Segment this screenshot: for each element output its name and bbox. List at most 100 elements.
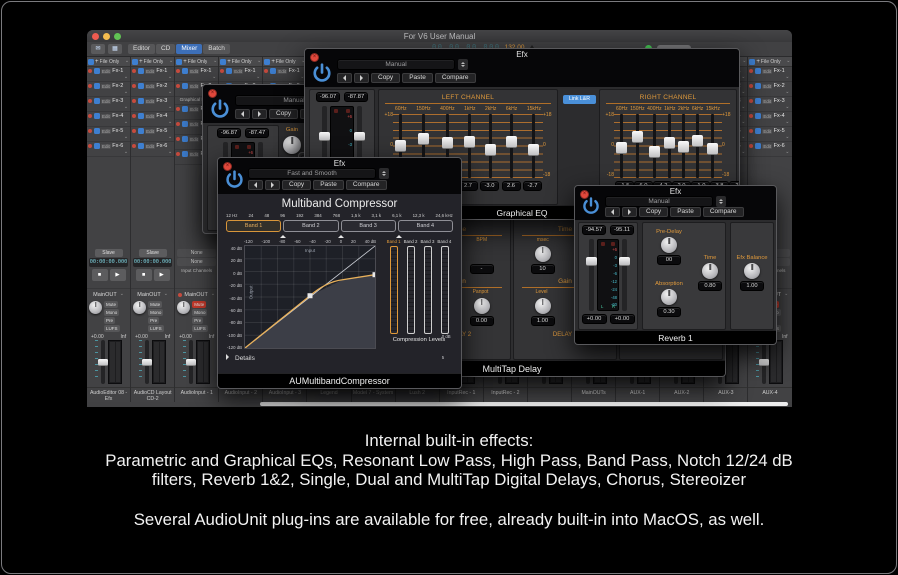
delay-bpm-select[interactable]: - [470, 264, 494, 274]
fx-edit-button[interactable]: Edit [762, 69, 772, 74]
fx-slot[interactable]: EditFx-4⌄ [87, 112, 130, 127]
fx-edit-button[interactable]: Edit [145, 114, 155, 119]
eq-band-slider[interactable] [696, 114, 699, 178]
pan-knob[interactable] [177, 301, 190, 314]
eq-band-slider[interactable] [532, 114, 535, 178]
fx-edit-button[interactable]: Edit [145, 69, 155, 74]
preset-stepper-icon[interactable] [458, 59, 468, 70]
delay-panpot-value[interactable]: 0.00 [470, 316, 494, 326]
eq-band-slider[interactable] [682, 114, 685, 178]
efx-balance-knob[interactable] [744, 263, 760, 279]
compare-button[interactable]: Compare [435, 73, 476, 83]
fx-slot[interactable]: EditFx-2⌄ [87, 82, 130, 97]
channel-name-label[interactable]: AudioCD Layout CD-2 [131, 387, 174, 402]
channel-name-label[interactable] [528, 387, 571, 402]
file-only-dropdown[interactable]: + File Only ⌄ [131, 57, 174, 67]
next-preset-button[interactable] [252, 109, 267, 119]
fx-slot[interactable]: EditFx-3⌄ [748, 97, 791, 112]
band-tab-2[interactable]: Band 2 [283, 220, 338, 232]
channel-name-label[interactable]: InputRec - 2 [484, 387, 527, 402]
file-only-dropdown[interactable]: + File Only ⌄ [263, 57, 306, 67]
paste-button[interactable]: Paste [313, 180, 344, 190]
fx-slot[interactable]: EditFx-6⌄ [131, 142, 174, 157]
channel-name-label[interactable]: AudioInput - 3 [263, 387, 306, 402]
fx-edit-button[interactable]: Edit [233, 69, 243, 74]
file-only-dropdown[interactable]: + File Only ⌄ [748, 57, 791, 67]
fader-gain-value[interactable]: +0.00 [610, 314, 635, 324]
fx-slot[interactable]: EditFx-1⌄ [748, 67, 791, 82]
prev-preset-button[interactable] [248, 180, 263, 190]
mono-button[interactable]: Mono [104, 309, 119, 316]
stop-button[interactable]: ■ [136, 269, 152, 281]
layout-grid-icon[interactable]: ▦ [108, 44, 122, 54]
fx-slot[interactable]: EditFx-6⌄ [748, 142, 791, 157]
predelay-value[interactable]: 00 [657, 255, 681, 265]
fx-slot[interactable]: EditFx-6⌄ [87, 142, 130, 157]
fx-edit-button[interactable]: Edit [189, 69, 199, 74]
gain-knob[interactable] [283, 136, 301, 154]
fx-slot[interactable]: EditFx-5⌄ [87, 127, 130, 142]
add-icon[interactable]: + [756, 59, 760, 65]
copy-button[interactable]: Copy [639, 207, 668, 217]
delay-msec-knob[interactable] [535, 246, 551, 262]
volume-fader[interactable] [101, 340, 105, 384]
fx-slot[interactable]: EditFx-1⌄ [131, 67, 174, 82]
fx-slot[interactable]: EditFx-3⌄ [87, 97, 130, 112]
mail-icon[interactable]: ✉ [91, 44, 105, 54]
eq-band-value[interactable]: 2.6 [502, 181, 521, 191]
copy-button[interactable]: Copy [282, 180, 311, 190]
output-routing-dropdown[interactable]: MainOUT ⌄ [131, 288, 174, 300]
pre-button[interactable]: Pre [104, 317, 115, 324]
fx-edit-button[interactable]: Edit [762, 144, 772, 149]
input-select[interactable]: None [177, 249, 216, 257]
time-knob[interactable] [702, 263, 718, 279]
fx-slot[interactable]: EditFx-1⌄ [175, 67, 218, 82]
preset-stepper-icon[interactable] [379, 168, 389, 179]
eq-band-slider[interactable] [668, 114, 671, 178]
file-only-dropdown[interactable]: + File Only ⌄ [175, 57, 218, 67]
fx-edit-button[interactable]: Edit [762, 129, 772, 134]
paste-button[interactable]: Paste [670, 207, 701, 217]
mono-button[interactable]: Mono [192, 309, 207, 316]
delay-level-value[interactable]: 1.00 [531, 316, 555, 326]
time-value[interactable]: 0.80 [698, 281, 722, 291]
fx-edit-button[interactable]: Edit [277, 69, 287, 74]
fx-slot[interactable]: EditFx-5⌄ [131, 127, 174, 142]
delay-level-knob[interactable] [535, 298, 551, 314]
channel-name-label[interactable]: AudioInput - 2 [219, 387, 262, 402]
fx-edit-button[interactable]: Edit [101, 84, 111, 89]
copy-button[interactable]: Copy [269, 109, 298, 119]
details-disclosure[interactable]: Details [226, 354, 461, 362]
slave-button[interactable]: Slave [139, 249, 167, 257]
add-icon[interactable]: + [139, 59, 143, 65]
fx-edit-button[interactable]: Edit [145, 99, 155, 104]
stop-button[interactable]: ■ [92, 269, 108, 281]
fx-slot[interactable]: EditFx-1⌄ [263, 67, 306, 82]
window-titlebar[interactable]: For V6 User Manual [87, 30, 792, 42]
crossover-frequency-ruler[interactable]: 12 Hz2448961923847681,5 k3,1 k6,1 k12,3 … [218, 210, 461, 219]
mute-button[interactable]: Mute [104, 301, 118, 308]
delay-panpot-knob[interactable] [474, 298, 490, 314]
file-only-dropdown[interactable]: + File Only ⌄ [219, 57, 262, 67]
level-fader[interactable] [589, 239, 594, 311]
prev-preset-button[interactable] [605, 207, 620, 217]
add-icon[interactable]: + [271, 59, 275, 65]
channel-name-label[interactable]: Legend [307, 387, 350, 402]
power-icon[interactable] [581, 196, 603, 218]
next-preset-button[interactable] [622, 207, 637, 217]
channel-name-label[interactable]: AudioInput - 1 [175, 387, 218, 402]
output-routing-dropdown[interactable]: MainOUT ⌄ [87, 288, 130, 300]
band-tab-1[interactable]: Band 1 [226, 220, 281, 232]
mono-button[interactable]: Mono [148, 309, 163, 316]
mute-button[interactable]: Mute [192, 301, 206, 308]
fx-edit-button[interactable]: Edit [189, 107, 199, 112]
tab-batch[interactable]: Batch [203, 44, 230, 54]
copy-button[interactable]: Copy [371, 73, 400, 83]
volume-fader[interactable] [145, 340, 149, 384]
fx-slot[interactable]: EditFx-2⌄ [131, 82, 174, 97]
band-tab-4[interactable]: Band 4 [398, 220, 453, 232]
eq-band-slider[interactable] [620, 114, 623, 178]
paste-button[interactable]: Paste [402, 73, 433, 83]
eq-band-slider[interactable] [636, 114, 639, 178]
output-routing-dropdown[interactable]: MainOUT ⌄ [175, 288, 218, 300]
